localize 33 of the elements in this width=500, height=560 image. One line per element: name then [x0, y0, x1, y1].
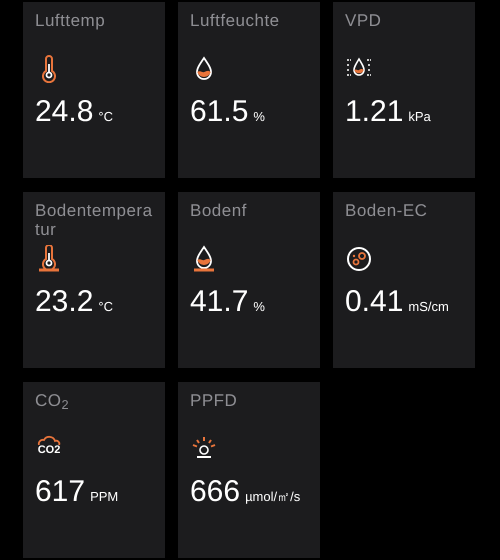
sensor-value: 23.2: [35, 287, 94, 317]
sensor-title: CO$_{2}$: [35, 391, 70, 414]
sensor-unit: PPM: [90, 488, 118, 506]
sensor-card[interactable]: VPD 1.21 kPa: [333, 2, 475, 178]
sensor-card[interactable]: Lufttemp 24.8 °C: [23, 2, 165, 178]
sensor-unit: µmol/㎡/s: [245, 488, 300, 506]
sensor-unit: °C: [98, 108, 113, 126]
sensor-title: Bodentemperatur: [35, 201, 153, 239]
sensor-title: VPD: [345, 11, 382, 32]
sensor-card[interactable]: Luftfeuchte 61.5 %: [178, 2, 320, 178]
sensor-value: 617: [35, 477, 86, 507]
sensor-value: 61.5: [190, 97, 248, 127]
sensor-title: Bodenf: [190, 201, 248, 222]
petri-dish-icon: [345, 245, 373, 273]
sensor-card[interactable]: Bodentemperatur 23.2 °C: [23, 192, 165, 368]
sensor-value: 1.21: [345, 97, 404, 127]
sensor-unit: kPa: [408, 108, 431, 126]
sensor-value: 41.7: [190, 287, 248, 317]
sensor-title: Boden-EC: [345, 201, 428, 222]
sensor-card[interactable]: PPFD 666 µmol/㎡/s: [178, 382, 320, 558]
sensor-unit: %: [253, 108, 265, 126]
sensor-title: PPFD: [190, 391, 238, 412]
sensor-value: 24.8: [35, 97, 94, 127]
sensor-card[interactable]: Bodenf 41.7 %: [178, 192, 320, 368]
sensor-card[interactable]: Boden-EC 0.41 mS/cm: [333, 192, 475, 368]
sensor-value: 666: [190, 477, 240, 507]
sensor-unit: °C: [98, 298, 113, 316]
sensor-title: Luftfeuchte: [190, 11, 281, 32]
sensor-card[interactable]: CO$_{2}$ CO2 617 PPM: [23, 382, 165, 558]
sensor-title: Lufttemp: [35, 11, 106, 32]
sensor-unit: mS/cm: [408, 298, 449, 316]
sensor-value: 0.41: [345, 287, 404, 317]
sensor-unit: %: [253, 298, 265, 316]
